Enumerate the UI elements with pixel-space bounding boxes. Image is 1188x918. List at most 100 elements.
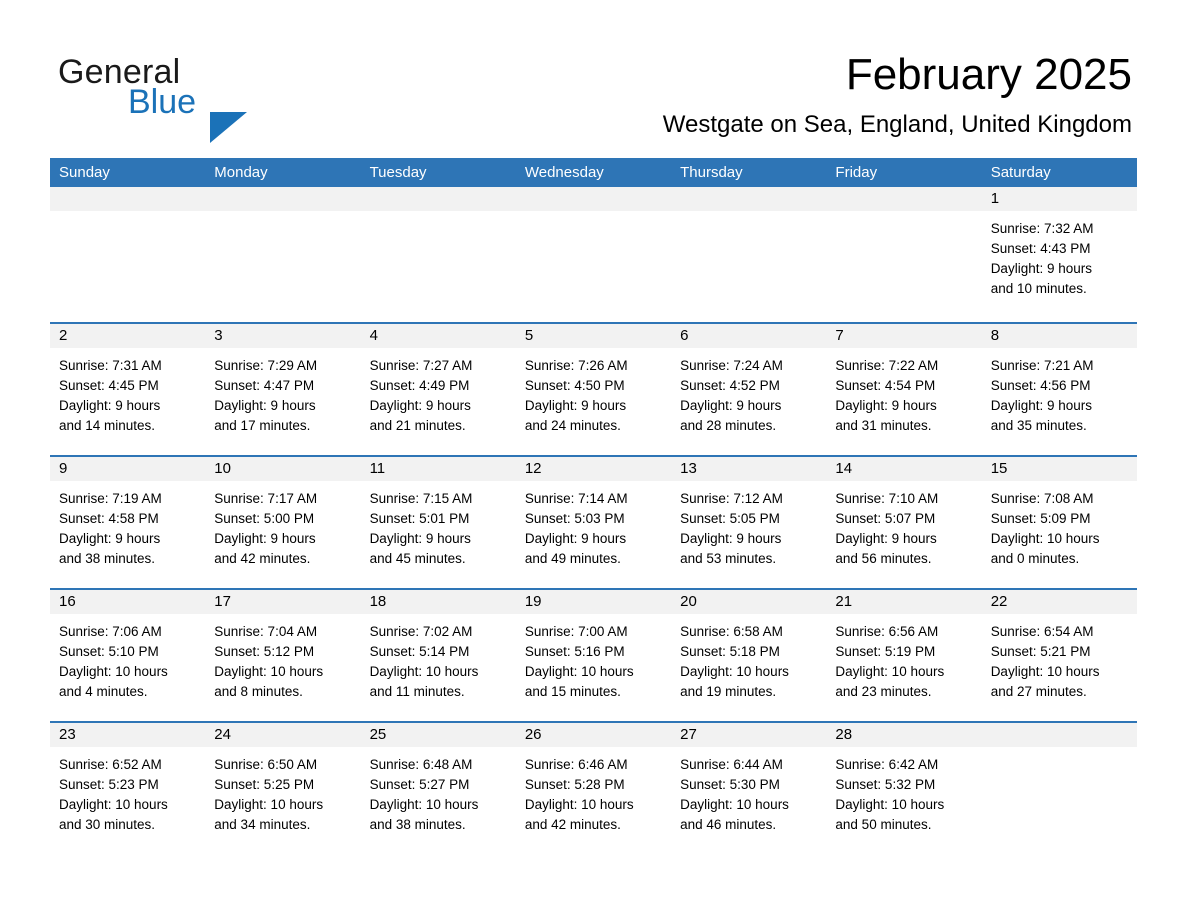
daylight-duration-line1: Daylight: 10 hours bbox=[59, 664, 168, 679]
day-number: 3 bbox=[205, 324, 361, 348]
day-number: 7 bbox=[826, 324, 982, 348]
calendar-day-cell[interactable]: 11 Sunrise: 7:15 AM Sunset: 5:01 PM Dayligh… bbox=[360, 457, 516, 588]
sunrise-time: Sunrise: 7:14 AM bbox=[524, 491, 628, 506]
calendar-day-cell[interactable]: 14 Sunrise: 7:10 AM Sunset: 5:07 PM Dayligh… bbox=[826, 457, 982, 588]
sunset-time: Sunset: 5:25 PM bbox=[214, 777, 315, 792]
sunrise-time: Sunrise: 7:31 AM bbox=[59, 358, 162, 373]
calendar-day-cell[interactable]: 3 Sunrise: 7:29 AM Sunset: 4:47 PM Daylight… bbox=[205, 324, 361, 455]
calendar-day-cell[interactable]: 5 Sunrise: 7:26 AM Sunset: 4:50 PM Daylight… bbox=[515, 324, 672, 455]
sunset-time: Sunset: 5:32 PM bbox=[835, 777, 936, 792]
day-number: 12 bbox=[515, 457, 672, 481]
daylight-duration-line2: and 4 minutes. bbox=[59, 684, 148, 699]
calendar-day-cell-empty bbox=[671, 187, 827, 322]
calendar-week-row: 23 Sunrise: 6:52 AM Sunset: 5:23 PM Dayligh… bbox=[50, 721, 1137, 854]
calendar-day-cell[interactable]: 12 Sunrise: 7:14 AM Sunset: 5:03 PM Dayligh… bbox=[515, 457, 672, 588]
daylight-duration-line2: and 42 minutes. bbox=[524, 817, 621, 832]
generalblue-logo[interactable]: General Blue bbox=[58, 52, 298, 143]
daylight-duration-line1: Daylight: 10 hours bbox=[524, 797, 634, 812]
day-details: Sunrise: 6:50 AM Sunset: 5:25 PM Daylight:… bbox=[205, 747, 360, 835]
calendar-day-cell[interactable]: 2 Sunrise: 7:31 AM Sunset: 4:45 PM Daylight… bbox=[50, 324, 206, 455]
day-details: Sunrise: 7:02 AM Sunset: 5:14 PM Daylight:… bbox=[361, 614, 516, 702]
sunrise-time: Sunrise: 7:17 AM bbox=[214, 491, 318, 506]
calendar-day-cell[interactable]: 6 Sunrise: 7:24 AM Sunset: 4:52 PM Daylight… bbox=[671, 324, 827, 455]
calendar-day-cell[interactable]: 7 Sunrise: 7:22 AM Sunset: 4:54 PM Daylight… bbox=[826, 324, 982, 455]
day-number: 5 bbox=[515, 324, 672, 348]
sunset-time: Sunset: 5:07 PM bbox=[835, 511, 936, 526]
calendar-day-cell[interactable]: 22 Sunrise: 6:54 AM Sunset: 5:21 PM Dayligh… bbox=[981, 590, 1137, 721]
daylight-duration-line2: and 27 minutes. bbox=[990, 684, 1087, 699]
calendar-day-cell[interactable]: 15 Sunrise: 7:08 AM Sunset: 5:09 PM Dayligh… bbox=[981, 457, 1137, 588]
sunrise-time: Sunrise: 7:22 AM bbox=[835, 358, 939, 373]
sunset-time: Sunset: 5:27 PM bbox=[369, 777, 470, 792]
day-details: Sunrise: 7:22 AM Sunset: 4:54 PM Daylight:… bbox=[826, 348, 981, 436]
weekday-header-tuesday: Tuesday bbox=[369, 164, 427, 181]
daylight-duration-line1: Daylight: 10 hours bbox=[59, 797, 168, 812]
daylight-duration-line1: Daylight: 10 hours bbox=[680, 797, 789, 812]
calendar-day-cell[interactable]: 16 Sunrise: 7:06 AM Sunset: 5:10 PM Dayligh… bbox=[50, 590, 206, 721]
daylight-duration-line2: and 19 minutes. bbox=[680, 684, 777, 699]
day-details: Sunrise: 7:04 AM Sunset: 5:12 PM Daylight:… bbox=[205, 614, 360, 702]
calendar-day-cell-empty bbox=[826, 187, 982, 322]
day-number: 23 bbox=[50, 723, 206, 747]
day-number: 26 bbox=[515, 723, 672, 747]
calendar-day-cell-empty bbox=[515, 187, 672, 322]
day-details: Sunrise: 7:06 AM Sunset: 5:10 PM Daylight:… bbox=[50, 614, 205, 702]
day-number: 15 bbox=[981, 457, 1137, 481]
daylight-duration-line2: and 35 minutes. bbox=[990, 418, 1087, 433]
calendar-day-cell-empty bbox=[205, 187, 361, 322]
calendar-day-cell[interactable]: 1 Sunrise: 7:32 AM Sunset: 4:43 PM Daylight… bbox=[981, 187, 1137, 322]
daylight-duration-line1: Daylight: 9 hours bbox=[59, 398, 161, 413]
daylight-duration-line1: Daylight: 10 hours bbox=[524, 664, 634, 679]
calendar-day-cell[interactable]: 4 Sunrise: 7:27 AM Sunset: 4:49 PM Daylight… bbox=[360, 324, 516, 455]
calendar-day-cell[interactable]: 13 Sunrise: 7:12 AM Sunset: 5:05 PM Dayligh… bbox=[671, 457, 827, 588]
sunrise-time: Sunrise: 7:08 AM bbox=[990, 491, 1094, 506]
day-details: Sunrise: 6:48 AM Sunset: 5:27 PM Daylight:… bbox=[361, 747, 516, 835]
calendar-day-cell[interactable]: 9 Sunrise: 7:19 AM Sunset: 4:58 PM Daylight… bbox=[50, 457, 206, 588]
daylight-duration-line2: and 31 minutes. bbox=[835, 418, 932, 433]
calendar-day-cell[interactable]: 20 Sunrise: 6:58 AM Sunset: 5:18 PM Dayligh… bbox=[671, 590, 827, 721]
calendar-day-cell[interactable]: 19 Sunrise: 7:00 AM Sunset: 5:16 PM Dayligh… bbox=[515, 590, 672, 721]
daylight-duration-line1: Daylight: 9 hours bbox=[524, 398, 627, 413]
day-details: Sunrise: 6:46 AM Sunset: 5:28 PM Daylight:… bbox=[516, 747, 671, 835]
day-details: Sunrise: 7:15 AM Sunset: 5:01 PM Daylight:… bbox=[361, 481, 516, 569]
day-number bbox=[360, 187, 516, 211]
day-number: 4 bbox=[360, 324, 516, 348]
day-number: 6 bbox=[671, 324, 827, 348]
day-number: 2 bbox=[50, 324, 206, 348]
daylight-duration-line2: and 46 minutes. bbox=[680, 817, 777, 832]
daylight-duration-line1: Daylight: 10 hours bbox=[680, 664, 789, 679]
calendar-day-cell[interactable]: 24 Sunrise: 6:50 AM Sunset: 5:25 PM Dayligh… bbox=[205, 723, 361, 854]
day-details: Sunrise: 7:24 AM Sunset: 4:52 PM Daylight:… bbox=[671, 348, 826, 436]
daylight-duration-line1: Daylight: 9 hours bbox=[214, 531, 316, 546]
calendar-day-cell[interactable]: 10 Sunrise: 7:17 AM Sunset: 5:00 PM Dayligh… bbox=[205, 457, 361, 588]
daylight-duration-line2: and 49 minutes. bbox=[524, 551, 621, 566]
calendar-day-cell[interactable]: 8 Sunrise: 7:21 AM Sunset: 4:56 PM Daylight… bbox=[981, 324, 1137, 455]
weekday-header-thursday: Thursday bbox=[680, 164, 743, 181]
daylight-duration-line1: Daylight: 10 hours bbox=[214, 797, 324, 812]
sunrise-time: Sunrise: 6:44 AM bbox=[680, 757, 783, 772]
daylight-duration-line1: Daylight: 9 hours bbox=[990, 398, 1092, 413]
calendar-day-cell[interactable]: 17 Sunrise: 7:04 AM Sunset: 5:12 PM Dayligh… bbox=[205, 590, 361, 721]
weekday-header-wednesday: Wednesday bbox=[524, 164, 604, 181]
sunset-time: Sunset: 4:58 PM bbox=[59, 511, 159, 526]
calendar-day-cell[interactable]: 28 Sunrise: 6:42 AM Sunset: 5:32 PM Dayligh… bbox=[826, 723, 982, 854]
calendar-day-cell[interactable]: 27 Sunrise: 6:44 AM Sunset: 5:30 PM Dayligh… bbox=[671, 723, 827, 854]
calendar-day-cell[interactable]: 23 Sunrise: 6:52 AM Sunset: 5:23 PM Dayligh… bbox=[50, 723, 206, 854]
day-details: Sunrise: 7:10 AM Sunset: 5:07 PM Daylight:… bbox=[826, 481, 981, 569]
daylight-duration-line1: Daylight: 9 hours bbox=[59, 531, 161, 546]
calendar-day-cell[interactable]: 18 Sunrise: 7:02 AM Sunset: 5:14 PM Dayligh… bbox=[360, 590, 516, 721]
daylight-duration-line1: Daylight: 9 hours bbox=[369, 398, 471, 413]
day-number: 24 bbox=[205, 723, 361, 747]
sunset-time: Sunset: 5:30 PM bbox=[680, 777, 780, 792]
daylight-duration-line1: Daylight: 9 hours bbox=[214, 398, 316, 413]
calendar-day-cell[interactable]: 25 Sunrise: 6:48 AM Sunset: 5:27 PM Dayligh… bbox=[360, 723, 516, 854]
calendar-day-cell[interactable]: 26 Sunrise: 6:46 AM Sunset: 5:28 PM Dayligh… bbox=[515, 723, 672, 854]
day-details: Sunrise: 7:19 AM Sunset: 4:58 PM Daylight:… bbox=[50, 481, 205, 569]
day-details: Sunrise: 7:32 AM Sunset: 4:43 PM Daylight:… bbox=[982, 211, 1137, 299]
day-details: Sunrise: 6:52 AM Sunset: 5:23 PM Daylight:… bbox=[50, 747, 205, 835]
day-details: Sunrise: 7:29 AM Sunset: 4:47 PM Daylight:… bbox=[205, 348, 360, 436]
sunset-time: Sunset: 4:52 PM bbox=[680, 378, 780, 393]
calendar-day-cell[interactable]: 21 Sunrise: 6:56 AM Sunset: 5:19 PM Dayligh… bbox=[826, 590, 982, 721]
daylight-duration-line1: Daylight: 10 hours bbox=[835, 797, 945, 812]
daylight-duration-line2: and 30 minutes. bbox=[59, 817, 156, 832]
